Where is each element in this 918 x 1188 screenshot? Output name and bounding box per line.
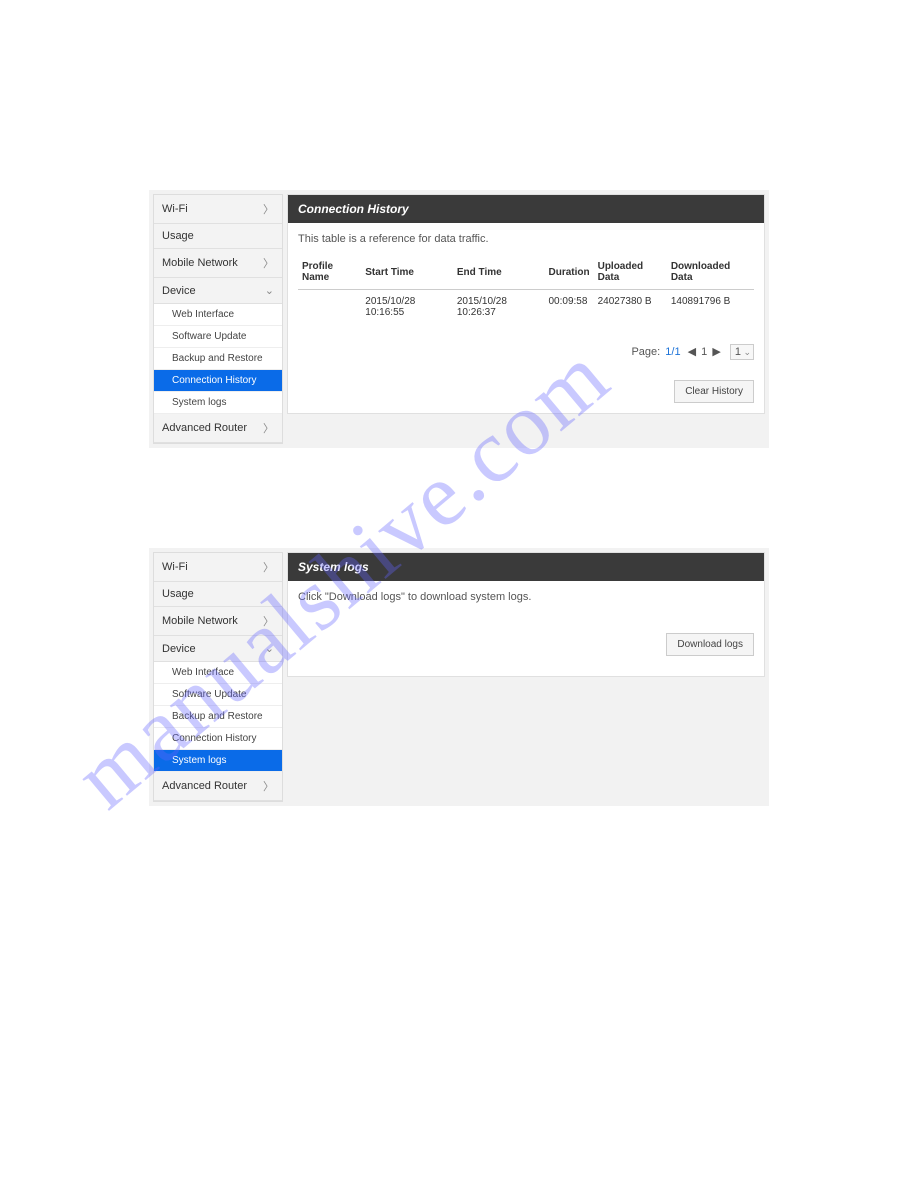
col-duration: Duration: [544, 255, 593, 290]
table-header-row: Profile Name Start Time End Time Duratio…: [298, 255, 754, 290]
pager-page: 1: [701, 346, 707, 358]
sidebar-item-wifi[interactable]: Wi-Fi 〉: [154, 553, 282, 582]
sidebar-sub-software-update[interactable]: Software Update: [154, 326, 282, 348]
cell-profile: [298, 290, 361, 325]
sidebar-label: Wi-Fi: [162, 203, 188, 215]
sidebar-item-mobile-network[interactable]: Mobile Network 〉: [154, 249, 282, 278]
content-description: Click "Download logs" to download system…: [298, 591, 754, 603]
chevron-right-icon: 〉: [263, 559, 274, 575]
sidebar-sub-connection-history[interactable]: Connection History: [154, 370, 282, 392]
col-uploaded-data: Uploaded Data: [594, 255, 667, 290]
table-row: 2015/10/28 10:16:55 2015/10/28 10:26:37 …: [298, 290, 754, 325]
sidebar-label: Device: [162, 643, 196, 655]
cell-uploaded: 24027380 B: [594, 290, 667, 325]
sidebar-label: Advanced Router: [162, 780, 247, 792]
content-pane-system-logs: System logs Click "Download logs" to dow…: [287, 552, 765, 677]
sidebar-nav-1: Wi-Fi 〉 Usage Mobile Network 〉 Device ⌄ …: [153, 194, 283, 444]
sidebar-sub-software-update[interactable]: Software Update: [154, 684, 282, 706]
sidebar-item-usage[interactable]: Usage: [154, 224, 282, 249]
content-body: Click "Download logs" to download system…: [288, 581, 764, 676]
content-title: Connection History: [288, 195, 764, 223]
sidebar-sub-system-logs[interactable]: System logs: [154, 750, 282, 772]
clear-history-button[interactable]: Clear History: [674, 380, 754, 403]
download-logs-button[interactable]: Download logs: [666, 633, 754, 656]
sidebar-item-device[interactable]: Device ⌄: [154, 278, 282, 304]
sidebar-sub-system-logs[interactable]: System logs: [154, 392, 282, 414]
connection-history-table: Profile Name Start Time End Time Duratio…: [298, 255, 754, 324]
sidebar-label: Usage: [162, 588, 194, 600]
sidebar-label: Mobile Network: [162, 257, 238, 269]
col-end-time: End Time: [453, 255, 545, 290]
sidebar-sub-web-interface[interactable]: Web Interface: [154, 304, 282, 326]
sidebar-label: Device: [162, 285, 196, 297]
cell-start: 2015/10/28 10:16:55: [361, 290, 453, 325]
cell-downloaded: 140891796 B: [667, 290, 754, 325]
col-downloaded-data: Downloaded Data: [667, 255, 754, 290]
chevron-right-icon: 〉: [263, 201, 274, 217]
content-body: This table is a reference for data traff…: [288, 223, 764, 380]
sidebar-item-wifi[interactable]: Wi-Fi 〉: [154, 195, 282, 224]
sidebar-item-usage[interactable]: Usage: [154, 582, 282, 607]
cell-end: 2015/10/28 10:26:37: [453, 290, 545, 325]
system-logs-panel: Wi-Fi 〉 Usage Mobile Network 〉 Device ⌄ …: [149, 548, 769, 806]
pager-next-icon[interactable]: ▶: [712, 346, 720, 358]
pager-dropdown-value: 1: [735, 346, 741, 358]
content-description: This table is a reference for data traff…: [298, 233, 754, 245]
col-profile-name: Profile Name: [298, 255, 361, 290]
footer-actions: Download logs: [298, 613, 754, 666]
chevron-down-icon: ⌄: [743, 347, 751, 358]
chevron-right-icon: 〉: [263, 420, 274, 436]
sidebar-item-advanced-router[interactable]: Advanced Router 〉: [154, 772, 282, 801]
pager-dropdown[interactable]: 1 ⌄: [730, 344, 754, 360]
cell-duration: 00:09:58: [544, 290, 593, 325]
sidebar-sub-backup-restore[interactable]: Backup and Restore: [154, 706, 282, 728]
sidebar-label: Mobile Network: [162, 615, 238, 627]
chevron-down-icon: ⌄: [265, 284, 274, 297]
pager-label: Page:: [631, 346, 660, 358]
chevron-right-icon: 〉: [263, 255, 274, 271]
footer-actions: Clear History: [288, 380, 764, 413]
col-start-time: Start Time: [361, 255, 453, 290]
sidebar-label: Advanced Router: [162, 422, 247, 434]
sidebar-sub-backup-restore[interactable]: Backup and Restore: [154, 348, 282, 370]
content-pane-connection-history: Connection History This table is a refer…: [287, 194, 765, 414]
pager-current: 1/1: [665, 346, 680, 358]
sidebar-nav-2: Wi-Fi 〉 Usage Mobile Network 〉 Device ⌄ …: [153, 552, 283, 802]
sidebar-sub-web-interface[interactable]: Web Interface: [154, 662, 282, 684]
sidebar-label: Usage: [162, 230, 194, 242]
sidebar-item-advanced-router[interactable]: Advanced Router 〉: [154, 414, 282, 443]
chevron-right-icon: 〉: [263, 613, 274, 629]
pagination: Page: 1/1 ◀ 1 ▶ 1 ⌄: [298, 324, 754, 370]
chevron-down-icon: ⌄: [265, 642, 274, 655]
connection-history-panel: Wi-Fi 〉 Usage Mobile Network 〉 Device ⌄ …: [149, 190, 769, 448]
sidebar-item-mobile-network[interactable]: Mobile Network 〉: [154, 607, 282, 636]
pager-prev-icon[interactable]: ◀: [688, 346, 696, 358]
sidebar-label: Wi-Fi: [162, 561, 188, 573]
chevron-right-icon: 〉: [263, 778, 274, 794]
sidebar-sub-connection-history[interactable]: Connection History: [154, 728, 282, 750]
sidebar-item-device[interactable]: Device ⌄: [154, 636, 282, 662]
content-title: System logs: [288, 553, 764, 581]
